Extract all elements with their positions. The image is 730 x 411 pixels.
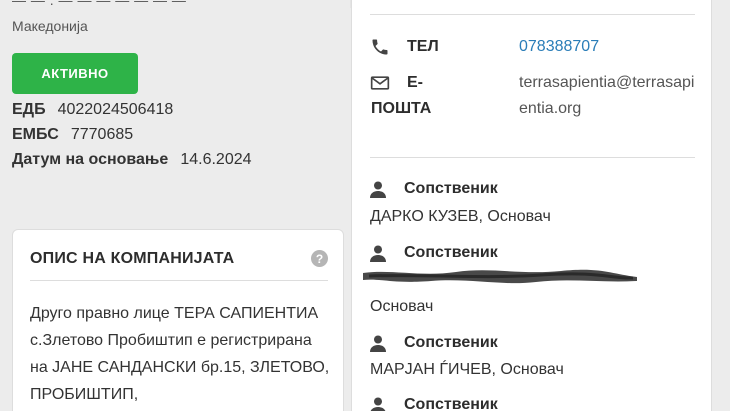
embs-row: ЕМБС 7770685 <box>12 126 133 144</box>
contact-owners-card: ТЕЛ 078388707 Е- ПОШТА terrasapientia@te… <box>351 0 712 411</box>
company-info-panel: — — . — — — — — — — Македонија АКТИВНО Е… <box>0 0 350 411</box>
owner-1-label: Сопственик <box>404 180 498 197</box>
owner-3-text: МАРЈАН ЃИЧЕВ, Основач <box>370 361 564 378</box>
status-active-button[interactable]: АКТИВНО <box>12 53 138 94</box>
description-text: Друго правно лице ТЕРА САПИЕНТИА с.Злето… <box>30 305 330 403</box>
owner-4-label: Сопственик <box>404 396 498 411</box>
top-divider <box>370 14 695 15</box>
contact-divider <box>370 157 695 158</box>
edb-label: ЕДБ <box>12 101 46 118</box>
email-value[interactable]: terrasapientia@terrasapientia.org <box>519 70 699 122</box>
owner-3-header: Сопственик <box>370 334 498 352</box>
phone-label: ТЕЛ <box>407 38 439 55</box>
founding-date-label: Датум на основање <box>12 151 169 168</box>
owner-1-text: ДАРКО КУЗЕВ, Основач <box>370 208 551 225</box>
person-icon <box>370 335 386 352</box>
description-divider <box>30 280 328 281</box>
owner-2-label: Сопственик <box>404 244 498 261</box>
person-icon <box>370 245 386 262</box>
owner-4-header-partial: Сопственик <box>370 396 498 411</box>
phone-value-link[interactable]: 078388707 <box>519 34 599 60</box>
founding-date-value: 14.6.2024 <box>180 151 252 168</box>
phone-icon <box>372 39 388 55</box>
person-icon <box>370 181 386 198</box>
address-cut-text: — — . — — — — — — — <box>12 0 187 8</box>
email-label-line2: ПОШТА <box>371 100 432 117</box>
edb-row: ЕДБ 4022024506418 <box>12 101 173 119</box>
redaction-scribble <box>363 269 637 284</box>
edb-value: 4022024506418 <box>57 101 174 118</box>
person-icon <box>370 397 386 411</box>
envelope-icon <box>370 76 390 90</box>
owner-2-text: Основач <box>370 298 434 315</box>
owner-1-header: Сопственик <box>370 180 498 198</box>
question-circle-icon[interactable]: ? <box>311 250 328 267</box>
founding-date-row: Датум на основање 14.6.2024 <box>12 151 252 169</box>
embs-value: 7770685 <box>70 126 134 143</box>
description-title: ОПИС НА КОМПАНИЈАТА <box>30 250 235 267</box>
company-description-card: ОПИС НА КОМПАНИЈАТА ? Друго правно лице … <box>12 229 344 411</box>
country-text: Македонија <box>12 18 88 34</box>
embs-label: ЕМБС <box>12 126 59 143</box>
email-label-line1: Е- <box>407 74 423 91</box>
owner-3-label: Сопственик <box>404 334 498 351</box>
owner-2-header: Сопственик <box>370 244 498 262</box>
right-margin <box>712 0 730 411</box>
